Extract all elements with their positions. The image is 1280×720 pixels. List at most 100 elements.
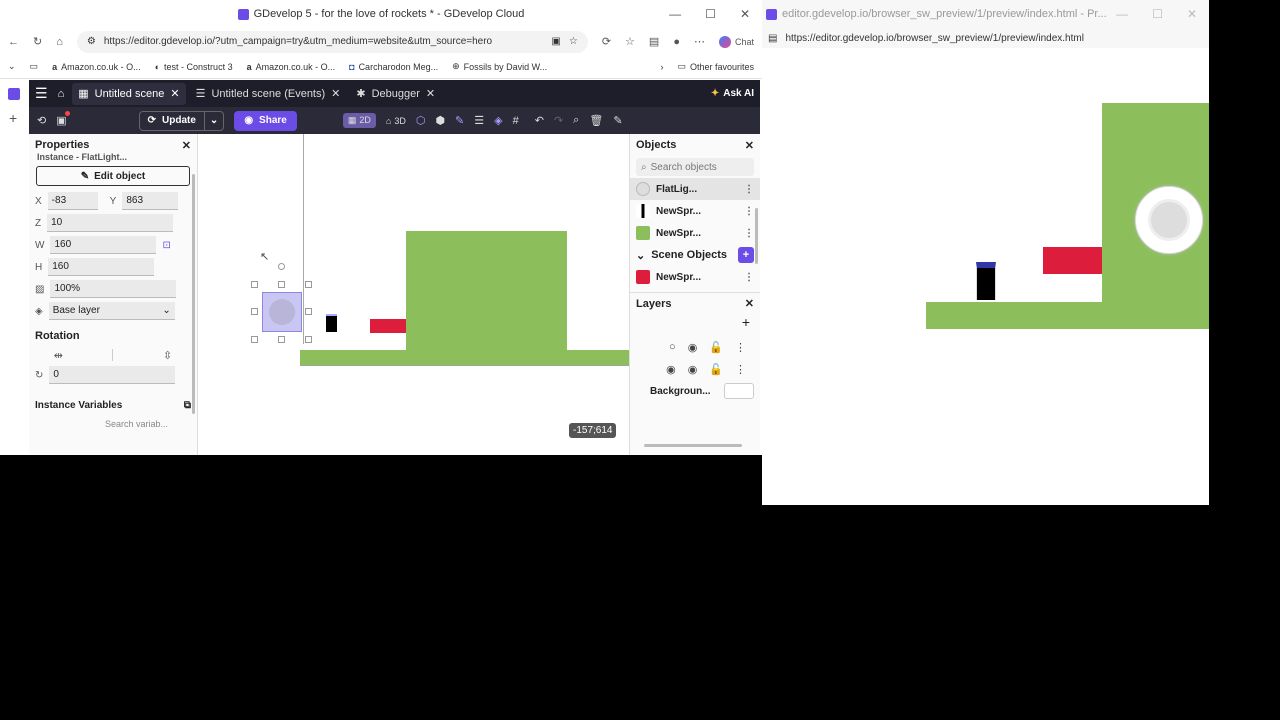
favorites-icon[interactable]: ☆ [625, 35, 635, 48]
flip-vertical-icon[interactable]: ⇳ [163, 349, 172, 362]
mode-2d-toggle[interactable]: ▦ 2D [342, 113, 376, 128]
close-tab-icon[interactable]: ✕ [331, 87, 340, 100]
reload-icon[interactable]: ↻ [33, 35, 42, 48]
close-panel-icon[interactable]: ✕ [182, 139, 191, 152]
tab-debugger[interactable]: ✱ Debugger ✕ [350, 83, 441, 105]
reading-list-icon[interactable]: ▭ [30, 61, 39, 72]
layers-scrollbar[interactable] [644, 444, 742, 447]
add-object-button[interactable]: + [738, 247, 754, 263]
minimize-icon[interactable]: — [669, 7, 681, 21]
zoom-icon[interactable]: ⌕ [573, 114, 579, 127]
close-icon[interactable]: ✕ [740, 7, 750, 21]
red-platform[interactable] [370, 319, 406, 333]
close-panel-icon[interactable]: ✕ [745, 297, 754, 310]
y-field[interactable]: 863 [122, 192, 179, 210]
angle-field[interactable]: 0 [49, 366, 176, 384]
opacity-field[interactable]: 100% [50, 280, 177, 298]
minimize-icon[interactable]: — [1116, 7, 1128, 21]
layers-panel-icon[interactable]: ◈ [494, 114, 502, 127]
more-options-icon[interactable]: ⋮ [744, 228, 754, 239]
rotation-handle[interactable] [278, 263, 285, 270]
tall-green-block[interactable] [406, 231, 567, 351]
ground-platform[interactable] [300, 350, 629, 366]
app-install-icon[interactable]: ▣ [551, 36, 560, 47]
radio-selected-icon[interactable]: ◉ [666, 363, 676, 376]
resize-handle[interactable] [305, 336, 312, 343]
project-manager-icon[interactable]: ⟲ [37, 114, 46, 127]
object-item[interactable]: FlatLig... ⋮ [630, 178, 760, 200]
object-item[interactable]: NewSpr... ⋮ [630, 266, 760, 288]
address-bar[interactable]: ⚙ https://editor.gdevelop.io/?utm_campai… [76, 30, 588, 53]
save-icon[interactable]: ▣ [56, 111, 70, 127]
width-field[interactable]: 160 [50, 236, 157, 254]
favorite-item[interactable]: ⊕ Fossils by David W... [452, 61, 547, 72]
ask-ai-button[interactable]: ✦ Ask AI [711, 88, 754, 99]
favorite-item[interactable]: a Amazon.co.uk - O... [52, 62, 141, 72]
game-preview-canvas[interactable] [762, 48, 1209, 505]
tab-events[interactable]: ☰ Untitled scene (Events) ✕ [190, 83, 347, 105]
resize-handle[interactable] [278, 336, 285, 343]
player-sprite[interactable] [326, 314, 337, 332]
scene-objects-header[interactable]: ⌄ Scene Objects + [630, 244, 760, 266]
objects-panel-icon[interactable]: ⬡ [416, 114, 426, 127]
open-external-icon[interactable]: ⧉ [184, 400, 191, 411]
favorite-item[interactable]: a Amazon.co.uk - O... [247, 62, 336, 72]
layer-select[interactable]: Base layer ⌄ [48, 302, 175, 320]
home-tab-icon[interactable]: ⌂ [58, 88, 65, 100]
more-options-icon[interactable]: ⋮ [744, 206, 754, 217]
update-dropdown-icon[interactable]: ⌄ [203, 111, 223, 130]
back-icon[interactable]: ← [8, 36, 19, 48]
maximize-icon[interactable]: ☐ [705, 7, 716, 21]
object-item[interactable]: NewSpr... ⋮ [630, 222, 760, 244]
redo-icon[interactable]: ↷ [554, 114, 563, 127]
close-tab-icon[interactable]: ✕ [426, 87, 435, 100]
copilot-chat-button[interactable]: Chat [718, 35, 754, 48]
chevron-right-icon[interactable]: › [660, 62, 663, 72]
profile-icon[interactable]: ● [673, 36, 680, 48]
favorite-item[interactable]: ◘ Carcharodon Meg... [349, 62, 438, 72]
properties-panel-icon[interactable]: ✎ [455, 114, 464, 127]
more-options-icon[interactable]: ⋮ [735, 341, 746, 354]
radio-icon[interactable]: ○ [669, 341, 676, 353]
x-field[interactable]: -83 [47, 192, 98, 210]
favorite-item[interactable]: ◐ test - Construct 3 [155, 62, 233, 72]
mode-3d-toggle[interactable]: ⌂ 3D [386, 116, 406, 126]
collections-icon[interactable]: ▤ [649, 35, 659, 48]
layer-row[interactable]: ◉ ◉ 🔓 ⋮ [630, 358, 760, 380]
close-panel-icon[interactable]: ✕ [745, 139, 754, 152]
instances-list-icon[interactable]: ☰ [474, 114, 484, 127]
objects-scrollbar[interactable] [755, 208, 758, 264]
lock-icon[interactable]: 🔓 [709, 341, 723, 354]
height-field[interactable]: 160 [48, 258, 155, 276]
extensions-icon[interactable]: ⟳ [602, 35, 611, 48]
resize-handle[interactable] [305, 281, 312, 288]
preview-url-bar[interactable]: ▤ https://editor.gdevelop.io/browser_sw_… [762, 28, 1209, 48]
resize-handle[interactable] [278, 281, 285, 288]
update-button[interactable]: ⟳ Update ⌄ [138, 110, 225, 131]
maximize-icon[interactable]: ☐ [1152, 7, 1163, 21]
site-info-icon[interactable]: ▤ [768, 33, 777, 44]
more-options-icon[interactable]: ⋮ [744, 272, 754, 283]
object-item[interactable]: NewSpr... ⋮ [630, 200, 760, 222]
z-field[interactable]: 10 [47, 214, 174, 232]
resize-handle[interactable] [305, 308, 312, 315]
properties-scrollbar[interactable] [192, 174, 195, 414]
menu-icon[interactable]: ☰ [35, 85, 48, 102]
selected-light-instance[interactable] [262, 292, 302, 332]
lock-ratio-icon[interactable]: ⊡ [162, 240, 170, 251]
gdevelop-tab-icon[interactable] [8, 88, 20, 100]
edit-object-button[interactable]: ✎ Edit object [36, 166, 190, 186]
close-tab-icon[interactable]: ✕ [170, 87, 179, 100]
scene-canvas[interactable]: ↖ -157;614 [198, 134, 629, 455]
close-icon[interactable]: ✕ [1187, 7, 1197, 21]
add-icon[interactable]: + [9, 110, 20, 126]
tab-scene[interactable]: ▦ Untitled scene ✕ [72, 82, 186, 105]
more-options-icon[interactable]: ⋮ [744, 184, 754, 195]
visibility-icon[interactable]: ◉ [688, 341, 698, 354]
object-groups-icon[interactable]: ⬢ [435, 114, 445, 127]
lock-icon[interactable]: 🔓 [709, 363, 723, 376]
delete-icon[interactable]: 🗑 [589, 114, 603, 127]
layer-row[interactable]: ○ ◉ 🔓 ⋮ [630, 336, 760, 358]
chevron-down-icon[interactable]: ⌄ [8, 61, 16, 72]
share-button[interactable]: ◉ Share [234, 110, 297, 131]
